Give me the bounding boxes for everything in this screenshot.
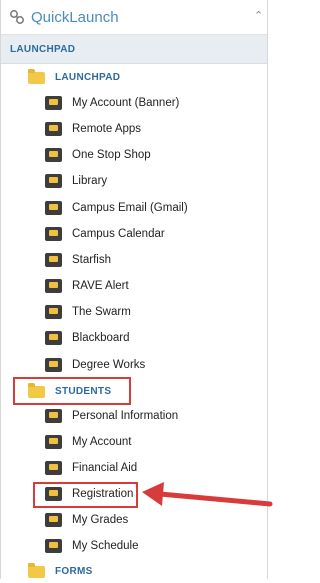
students-item-my-grades[interactable]: My Grades — [45, 508, 128, 532]
launchpad-item-the-swarm[interactable]: The Swarm — [45, 300, 131, 324]
blackboard-icon — [45, 331, 62, 345]
launchpad-item-label: Campus Calendar — [72, 228, 165, 240]
students-item-label: My Grades — [72, 514, 129, 526]
financial-aid-icon — [45, 461, 62, 475]
folder-label: FORMS — [55, 565, 93, 577]
folder-label: LAUNCHPAD — [55, 71, 121, 83]
students-item-label: My Schedule — [72, 540, 139, 552]
folder-forms[interactable]: FORMS — [28, 559, 93, 583]
launchpad-item-label: My Account (Banner) — [72, 97, 180, 109]
students-item-my-account[interactable]: My Account — [45, 430, 131, 454]
launchpad-item-blackboard[interactable]: Blackboard — [45, 326, 130, 350]
students-item-financial-aid[interactable]: Financial Aid — [45, 456, 137, 480]
quicklaunch-title: QuickLaunch — [31, 8, 119, 26]
swarm-icon — [45, 305, 62, 319]
folder-icon — [28, 69, 45, 84]
collapse-chevron-icon[interactable]: ⌃ — [254, 9, 263, 22]
launchpad-item-starfish[interactable]: Starfish — [45, 248, 111, 272]
account-card-icon — [45, 96, 62, 110]
one-stop-shop-icon — [45, 148, 62, 162]
launchpad-item-label: Blackboard — [72, 332, 130, 344]
students-item-label: My Account — [72, 436, 132, 448]
launchpad-item-label: Library — [72, 175, 108, 187]
alert-icon — [45, 279, 62, 293]
registration-highlight-box — [33, 482, 138, 508]
launchpad-item-rave-alert[interactable]: RAVE Alert — [45, 274, 129, 298]
students-highlight-box — [13, 377, 131, 405]
person-icon — [45, 409, 62, 423]
launchpad-item-label: RAVE Alert — [72, 280, 129, 292]
folder-launchpad[interactable]: LAUNCHPAD — [28, 65, 120, 89]
launchpad-item-label: The Swarm — [72, 306, 131, 318]
launchpad-section-header: LAUNCHPAD — [1, 35, 267, 64]
launchpad-item-campus-email[interactable]: Campus Email (Gmail) — [45, 196, 188, 220]
grades-icon — [45, 513, 62, 527]
email-icon — [45, 201, 62, 215]
students-item-my-schedule[interactable]: My Schedule — [45, 534, 138, 558]
launchpad-item-label: Campus Email (Gmail) — [72, 202, 188, 214]
launchpad-item-degree-works[interactable]: Degree Works — [45, 353, 145, 377]
students-item-label: Financial Aid — [72, 462, 138, 474]
launchpad-item-library[interactable]: Library — [45, 169, 107, 193]
link-icon — [10, 10, 24, 24]
launchpad-item-one-stop-shop[interactable]: One Stop Shop — [45, 143, 151, 167]
launchpad-item-label: Remote Apps — [72, 123, 142, 135]
account-icon — [45, 435, 62, 449]
calendar-icon — [45, 227, 62, 241]
annotation-arrow-icon — [142, 482, 273, 507]
students-item-label: Personal Information — [72, 410, 179, 422]
library-icon — [45, 174, 62, 188]
folder-icon — [28, 563, 45, 578]
quicklaunch-header[interactable]: QuickLaunch ⌃ — [1, 0, 267, 35]
launchpad-item-label: Degree Works — [72, 359, 146, 371]
schedule-icon — [45, 539, 62, 553]
launchpad-item-label: One Stop Shop — [72, 149, 151, 161]
remote-apps-icon — [45, 122, 62, 136]
launchpad-item-campus-calendar[interactable]: Campus Calendar — [45, 222, 165, 246]
degree-works-icon — [45, 358, 62, 372]
launchpad-item-label: Starfish — [72, 254, 111, 266]
starfish-icon — [45, 253, 62, 267]
launchpad-item-remote-apps[interactable]: Remote Apps — [45, 117, 141, 141]
launchpad-item-my-account-banner[interactable]: My Account (Banner) — [45, 91, 179, 115]
students-item-personal-information[interactable]: Personal Information — [45, 404, 178, 428]
